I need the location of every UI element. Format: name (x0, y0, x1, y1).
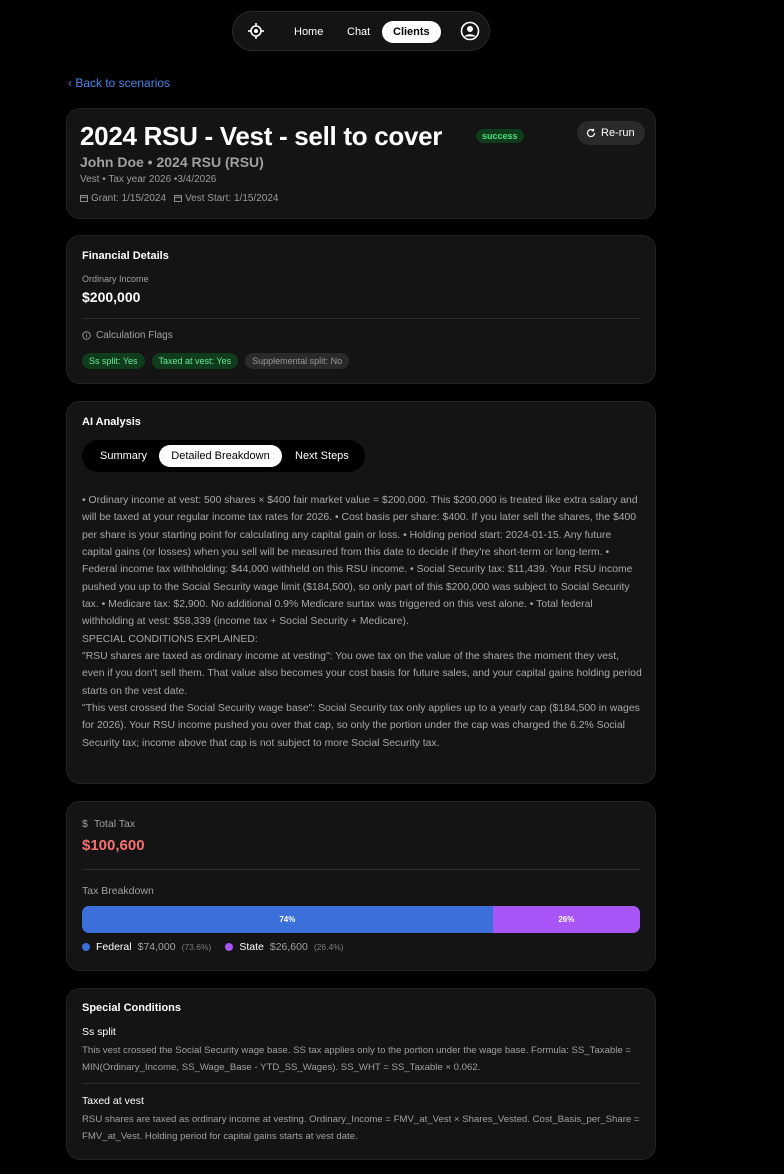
grant-date: Grant: 1/15/2024 (80, 193, 166, 204)
tax-legend: Federal $74,000 (73.6%) State $26,600 (2… (82, 941, 358, 953)
top-nav: Home Chat Clients (232, 11, 490, 51)
nav-home[interactable]: Home (284, 21, 333, 43)
legend-state: State $26,600 (26.4%) (225, 941, 344, 953)
analysis-text: • Ordinary income at vest: 500 shares × … (82, 492, 642, 752)
refresh-icon (586, 128, 596, 138)
analysis-tabs: Summary Detailed Breakdown Next Steps (82, 440, 365, 472)
state-dot-icon (225, 943, 234, 951)
condition-description: RSU shares are taxed as ordinary income … (82, 1114, 640, 1142)
user-circle-icon[interactable] (460, 21, 480, 41)
page-title: 2024 RSU - Vest - sell to cover (80, 121, 443, 151)
tab-detailed-breakdown[interactable]: Detailed Breakdown (159, 445, 282, 467)
flag-list: Ss split: Yes Taxed at vest: Yes Supplem… (82, 353, 350, 369)
tax-breakdown-bar: 74% 26% (82, 906, 640, 933)
flag-ss-split: Ss split: Yes (82, 353, 145, 369)
total-tax-card: $ Total Tax $100,600 Tax Breakdown 74% 2… (66, 801, 656, 971)
scenario-header-card: 2024 RSU - Vest - sell to cover success … (66, 108, 656, 219)
vest-start-date: Vest Start: 1/15/2024 (174, 193, 278, 204)
condition-description: This vest crossed the Social Security wa… (82, 1045, 632, 1073)
crosshair-logo-icon[interactable] (247, 22, 265, 40)
nav-clients[interactable]: Clients (382, 21, 441, 43)
analysis-paragraph: "This vest crossed the Social Security w… (82, 703, 640, 749)
back-to-scenarios-link[interactable]: ‹ Back to scenarios (68, 76, 170, 90)
total-tax-value: $100,600 (82, 837, 145, 854)
tab-next-steps[interactable]: Next Steps (295, 445, 349, 467)
grant-dates: Grant: 1/15/2024 Vest Start: 1/15/2024 (80, 193, 278, 204)
analysis-paragraph: "RSU shares are taxed as ordinary income… (82, 651, 642, 697)
legend-federal: Federal $74,000 (73.6%) (82, 941, 211, 953)
calendar-icon (80, 195, 88, 202)
ordinary-income-label: Ordinary Income (82, 274, 149, 284)
federal-dot-icon (82, 943, 90, 951)
condition-name: Ss split (82, 1026, 116, 1038)
info-icon (82, 331, 91, 340)
financial-details-title: Financial Details (82, 250, 169, 262)
special-conditions-card: Special Conditions Ss split This vest cr… (66, 988, 656, 1160)
status-badge: success (476, 129, 524, 143)
state-segment: 26% (492, 906, 640, 933)
calculation-flags-label: Calculation Flags (82, 330, 173, 341)
divider (82, 869, 640, 870)
special-conditions-heading: SPECIAL CONDITIONS EXPLAINED: (82, 633, 258, 645)
ai-analysis-card: AI Analysis Summary Detailed Breakdown N… (66, 401, 656, 784)
tax-breakdown-label: Tax Breakdown (82, 885, 154, 897)
rerun-label: Re-run (601, 127, 635, 139)
analysis-paragraph: • Ordinary income at vest: 500 shares × … (82, 495, 638, 628)
condition-name: Taxed at vest (82, 1095, 144, 1107)
rerun-button[interactable]: Re-run (577, 121, 645, 145)
dollar-icon: $ (82, 818, 88, 830)
client-subtitle: John Doe • 2024 RSU (RSU) (80, 154, 264, 170)
federal-segment: 74% (82, 906, 493, 933)
financial-details-card: Financial Details Ordinary Income $200,0… (66, 235, 656, 384)
flag-taxed-at-vest: Taxed at vest: Yes (151, 353, 239, 369)
flag-supplemental-split: Supplemental split: No (245, 353, 350, 369)
total-tax-label: $ Total Tax (82, 818, 136, 830)
nav-chat[interactable]: Chat (337, 21, 380, 43)
ai-analysis-title: AI Analysis (82, 416, 141, 428)
tab-summary[interactable]: Summary (100, 445, 147, 467)
special-conditions-title: Special Conditions (82, 1002, 182, 1014)
scenario-meta: Vest • Tax year 2026 •3/4/2026 (80, 174, 217, 185)
ordinary-income-value: $200,000 (82, 289, 141, 305)
calendar-icon (174, 195, 183, 202)
divider (82, 1083, 640, 1084)
divider (82, 318, 640, 319)
